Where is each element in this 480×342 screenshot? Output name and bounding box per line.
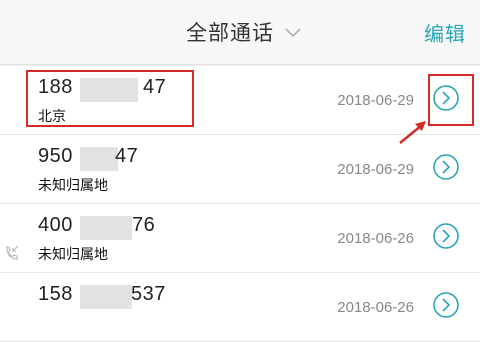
redaction-block — [80, 216, 132, 240]
call-date: 2018-06-26 — [337, 230, 414, 247]
call-row[interactable]: 400 76 未知归属地 2018-06-26 — [0, 204, 480, 273]
incoming-call-icon — [6, 245, 19, 260]
phone-number-suffix: 537 — [131, 283, 166, 305]
number-location: 未知归属地 — [38, 247, 108, 263]
phone-number-prefix: 158 — [38, 283, 73, 305]
call-date: 2018-06-29 — [337, 161, 414, 178]
phone-number-prefix: 950 — [38, 145, 73, 167]
header-bar: 全部通话 编辑 — [0, 0, 480, 64]
phone-number-suffix: 76 — [132, 214, 156, 236]
page-title: 全部通话 — [186, 21, 274, 45]
chevron-right-circle-icon[interactable] — [432, 153, 460, 181]
phone-number-prefix: 400 — [38, 214, 73, 236]
redaction-block — [80, 285, 132, 309]
chevron-right-circle-icon[interactable] — [432, 291, 460, 319]
redaction-block — [80, 147, 118, 171]
call-row[interactable]: 158 537 2018-06-26 — [0, 273, 480, 342]
annotation-arrow — [399, 121, 426, 144]
call-date: 2018-06-29 — [337, 92, 414, 109]
call-date: 2018-06-26 — [337, 299, 414, 316]
phone-number-suffix: 47 — [115, 145, 139, 167]
details-highlight-box — [428, 74, 474, 126]
chevron-down-icon — [285, 28, 301, 38]
chevron-right-circle-icon[interactable] — [432, 222, 460, 250]
header-divider — [0, 64, 480, 65]
number-location: 未知归属地 — [38, 178, 108, 194]
call-filter-dropdown[interactable]: 全部通话 — [186, 18, 302, 46]
number-highlight-box — [26, 70, 194, 127]
edit-button[interactable]: 编辑 — [424, 18, 466, 47]
